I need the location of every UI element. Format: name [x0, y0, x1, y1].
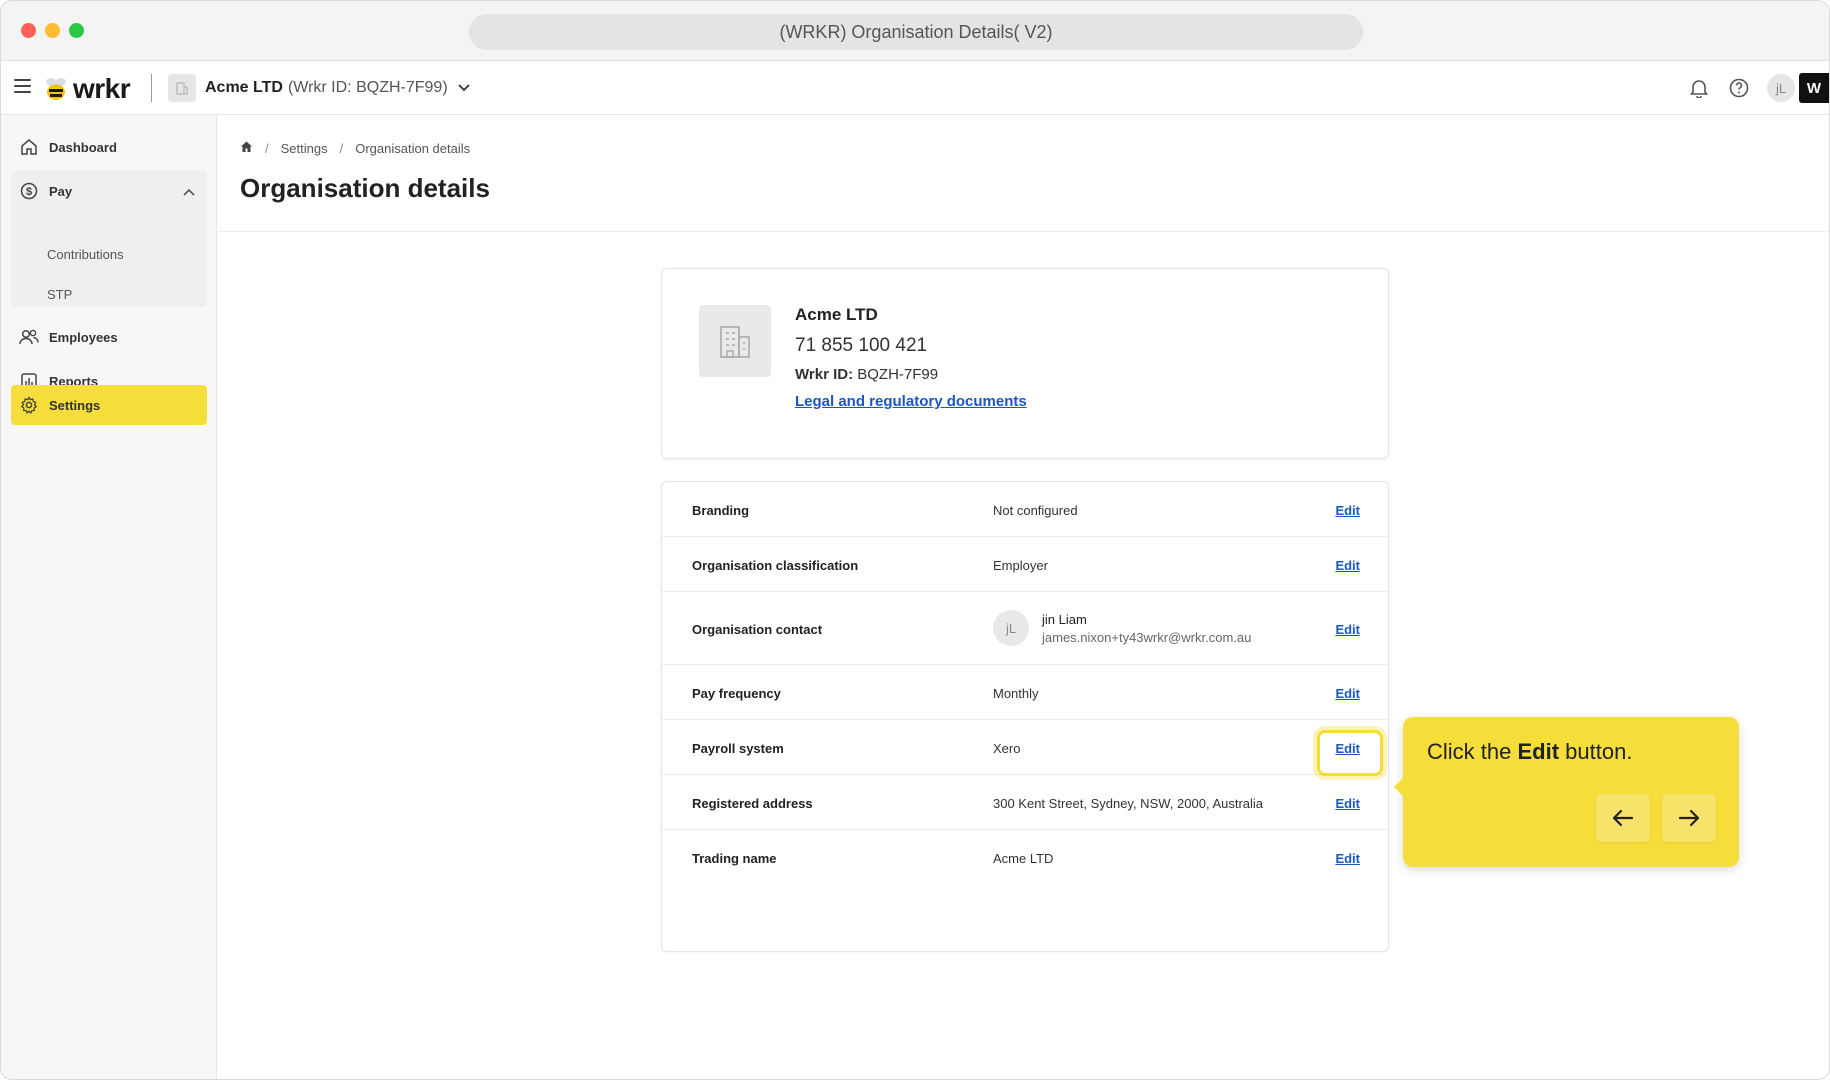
svg-text:$: $	[26, 186, 32, 198]
breadcrumb-separator: /	[265, 140, 269, 156]
building-icon	[720, 326, 750, 358]
bell-icon[interactable]	[1687, 76, 1711, 100]
organisation-switcher[interactable]: Acme LTD (Wrkr ID: BQZH-7F99)	[168, 73, 470, 103]
bee-icon	[46, 78, 66, 100]
home-icon[interactable]	[240, 140, 253, 156]
sidebar-item-employees[interactable]: Employees	[11, 317, 207, 357]
header-divider	[218, 231, 1829, 232]
wrkr-id-label: Wrkr ID:	[795, 366, 854, 383]
sidebar-item-settings[interactable]: Settings	[11, 385, 207, 425]
main-content: / Settings / Organisation details Organi…	[218, 115, 1829, 1079]
row-label: Payroll system	[692, 741, 784, 756]
edit-pay-frequency-button[interactable]: Edit	[1335, 686, 1360, 701]
row-label: Branding	[692, 503, 750, 518]
title-bar: (WRKR) Organisation Details( V2)	[1, 1, 1829, 61]
row-value: Acme LTD	[993, 851, 1054, 866]
gear-icon	[19, 395, 39, 415]
organisation-card: Acme LTD 71 855 100 421 Wrkr ID: BQZH-7F…	[661, 268, 1389, 459]
menu-icon[interactable]	[14, 79, 31, 93]
breadcrumb-current: Organisation details	[355, 140, 471, 156]
w-badge[interactable]: W	[1799, 73, 1829, 103]
row-value: Employer	[993, 558, 1048, 573]
contact-avatar: jL	[993, 610, 1029, 646]
row-label: Trading name	[692, 851, 777, 866]
table-row-pay-frequency: Pay frequency Monthly Edit	[662, 665, 1388, 720]
sidebar-item-stp[interactable]: STP	[47, 287, 72, 302]
help-icon[interactable]	[1727, 76, 1751, 100]
sidebar: Dashboard $ Pay Contributions STP Employ…	[1, 115, 217, 1079]
legal-documents-link[interactable]: Legal and regulatory documents	[795, 393, 1027, 410]
guide-tooltip: Click the Edit button.	[1394, 717, 1739, 867]
close-window-button[interactable]	[21, 23, 36, 38]
organisation-wrkr-id: Wrkr ID: BQZH-7F99	[795, 366, 938, 383]
wrkr-logo[interactable]: wrkr	[43, 72, 131, 106]
arrow-right-icon	[1678, 809, 1700, 827]
sidebar-item-dashboard[interactable]: Dashboard	[11, 127, 207, 167]
dollar-icon: $	[19, 181, 39, 201]
wrkr-id-value: BQZH-7F99	[857, 366, 939, 383]
sidebar-item-label: Dashboard	[49, 139, 117, 155]
edit-contact-button[interactable]: Edit	[1335, 622, 1360, 637]
organisation-name: Acme LTD	[795, 305, 878, 324]
nav-divider	[151, 74, 152, 102]
breadcrumb: / Settings / Organisation details	[240, 140, 470, 156]
sidebar-item-pay[interactable]: $ Pay	[11, 171, 207, 211]
logo-text: wrkr	[73, 73, 131, 104]
row-value: 300 Kent Street, Sydney, NSW, 2000, Aust…	[993, 796, 1264, 811]
contact-name: jin Liam	[1042, 612, 1087, 627]
tooltip-text-bold: Edit	[1517, 739, 1560, 764]
sidebar-group-pay: $ Pay Contributions STP	[11, 171, 207, 307]
nav-actions: jL W	[1687, 62, 1829, 114]
sidebar-item-label: Settings	[49, 397, 101, 413]
row-label: Pay frequency	[692, 686, 781, 701]
sidebar-item-label: Employees	[49, 329, 118, 345]
tooltip-text: Click the Edit button.	[1427, 739, 1632, 765]
organisation-logo	[699, 305, 771, 377]
row-label: Organisation contact	[692, 622, 823, 637]
edit-classification-button[interactable]: Edit	[1335, 558, 1360, 573]
app-window: (WRKR) Organisation Details( V2) wrkr Ac…	[0, 0, 1830, 1080]
edit-payroll-system-button[interactable]: Edit	[1335, 741, 1360, 756]
table-row-payroll-system: Payroll system Xero Edit	[662, 720, 1388, 776]
chevron-down-icon	[458, 81, 470, 95]
table-row-classification: Organisation classification Employer Edi…	[662, 537, 1388, 592]
table-row-contact: Organisation contact jL jin Liam james.n…	[662, 592, 1388, 665]
home-icon	[19, 137, 39, 157]
tooltip-back-button[interactable]	[1596, 794, 1650, 842]
tooltip-next-button[interactable]	[1662, 794, 1716, 842]
page-title: Organisation details	[240, 173, 490, 203]
row-label: Registered address	[692, 796, 813, 811]
sidebar-item-contributions[interactable]: Contributions	[47, 247, 124, 262]
minimize-window-button[interactable]	[45, 23, 60, 38]
chevron-up-icon[interactable]	[183, 184, 195, 199]
arrow-left-icon	[1612, 809, 1634, 827]
users-icon	[19, 327, 39, 347]
table-row-branding: Branding Not configured Edit	[662, 482, 1388, 537]
org-id: (Wrkr ID: BQZH-7F99)	[287, 79, 448, 96]
edit-branding-button[interactable]: Edit	[1335, 503, 1360, 518]
tooltip-text-post: button.	[1559, 739, 1633, 764]
edit-trading-name-button[interactable]: Edit	[1335, 851, 1360, 866]
user-avatar[interactable]: jL	[1767, 74, 1795, 102]
edit-address-button[interactable]: Edit	[1335, 796, 1360, 811]
organisation-details-table: Branding Not configured Edit Organisatio…	[661, 481, 1389, 952]
sidebar-item-label: Pay	[49, 183, 73, 199]
table-row-registered-address: Registered address 300 Kent Street, Sydn…	[662, 775, 1388, 830]
organisation-abn: 71 855 100 421	[795, 335, 928, 356]
contact-email: james.nixon+ty43wrkr@wrkr.com.au	[1042, 630, 1252, 645]
org-name: Acme LTD	[205, 79, 283, 96]
maximize-window-button[interactable]	[69, 23, 84, 38]
row-value: Not configured	[993, 503, 1078, 518]
window-title: (WRKR) Organisation Details( V2)	[469, 14, 1363, 50]
table-row-trading-name: Trading name Acme LTD Edit	[662, 830, 1388, 885]
building-icon	[168, 74, 196, 102]
top-navigation: wrkr Acme LTD (Wrkr ID: BQZH-7F99) jL W	[1, 62, 1829, 115]
tooltip-text-pre: Click the	[1427, 739, 1518, 764]
breadcrumb-separator: /	[339, 140, 344, 156]
breadcrumb-settings[interactable]: Settings	[281, 141, 328, 156]
row-value: Monthly	[993, 686, 1039, 701]
row-label: Organisation classification	[692, 558, 859, 573]
row-value: Xero	[993, 741, 1021, 756]
